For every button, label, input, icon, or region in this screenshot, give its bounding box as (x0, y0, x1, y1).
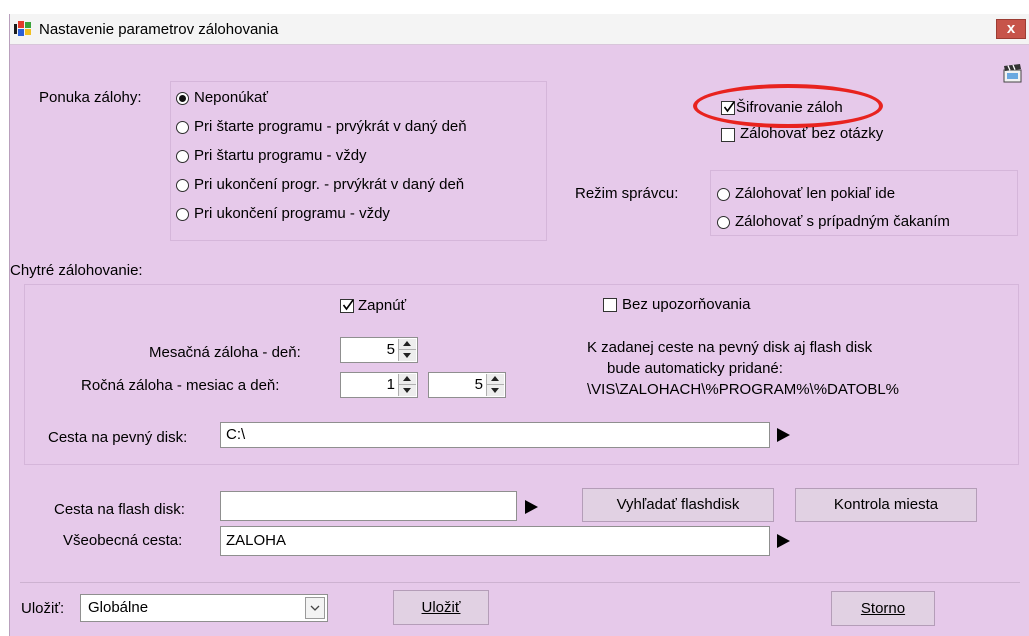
spin-down-icon[interactable] (487, 385, 504, 396)
no-warnings-checkbox[interactable] (603, 298, 617, 312)
monthly-label: Mesačná záloha - deň: (149, 344, 301, 361)
checkmark-icon (342, 299, 354, 311)
general-path-value: ZALOHA (226, 532, 287, 549)
save-button-label: Uložiť (421, 599, 461, 616)
separator (20, 582, 1020, 583)
info-line-1: K zadanej ceste na pevný disk aj flash d… (587, 339, 873, 356)
yearly-day-value: 5 (474, 376, 483, 393)
yearly-day-spinner[interactable]: 5 (428, 372, 506, 398)
cancel-button-label: Storno (860, 600, 906, 617)
spin-down-icon[interactable] (399, 350, 416, 361)
admin-mode-label: Režim správcu: (575, 185, 679, 202)
radio-admin-1[interactable] (717, 216, 730, 229)
info-line-2: bude automaticky pridané: (607, 360, 783, 377)
cancel-button[interactable]: Storno (831, 591, 935, 626)
monthly-day-spinner[interactable]: 5 (340, 337, 418, 363)
clapperboard-icon[interactable] (1003, 64, 1022, 83)
check-space-button[interactable]: Kontrola miesta (795, 488, 977, 522)
radio-admin-0[interactable] (717, 188, 730, 201)
no-warnings-label: Bez upozorňovania (622, 296, 751, 313)
hdd-path-label: Cesta na pevný disk: (48, 429, 188, 446)
radio-offer-1-label: Pri štarte programu - prvýkrát v daný de… (194, 118, 467, 135)
hdd-path-value: C:\ (226, 426, 246, 443)
backup-settings-dialog: Nastavenie parametrov zálohovania x Ponu… (9, 14, 1029, 636)
save-scope-label: Uložiť: (21, 600, 65, 617)
radio-offer-3[interactable] (176, 179, 189, 192)
title-bar: Nastavenie parametrov zálohovania x (10, 14, 1029, 45)
spinner-arrows[interactable] (398, 374, 416, 396)
window-title: Nastavenie parametrov zálohovania (39, 21, 279, 38)
close-icon: x (1006, 20, 1016, 37)
enable-label: Zapnúť (358, 297, 407, 314)
flash-path-input[interactable] (220, 491, 517, 521)
spinner-arrows[interactable] (398, 339, 416, 361)
no-question-label: Zálohovať bez otázky (740, 125, 884, 142)
save-button[interactable]: Uložiť (393, 590, 489, 625)
radio-offer-2-label: Pri štartu programu - vždy (194, 147, 367, 164)
hdd-path-input[interactable]: C:\ (220, 422, 770, 448)
radio-admin-0-label: Zálohovať len pokiaľ ide (735, 185, 896, 202)
save-scope-select[interactable]: Globálne (80, 594, 328, 622)
radio-offer-4[interactable] (176, 208, 189, 221)
radio-offer-0[interactable] (176, 92, 189, 105)
no-question-checkbox[interactable] (721, 128, 735, 142)
radio-offer-1[interactable] (176, 121, 189, 134)
chevron-down-icon[interactable] (305, 597, 325, 619)
windows-flag-icon (14, 21, 31, 36)
general-path-input[interactable]: ZALOHA (220, 526, 770, 556)
flash-path-label: Cesta na flash disk: (54, 501, 185, 518)
spin-up-icon[interactable] (399, 374, 416, 385)
radio-offer-0-label: Neponúkať (194, 89, 269, 106)
radio-offer-2[interactable] (176, 150, 189, 163)
background-strip (0, 0, 1029, 14)
find-flashdisk-button[interactable]: Vyhľadať flashdisk (582, 488, 774, 522)
enable-checkbox[interactable] (340, 299, 354, 313)
spin-down-icon[interactable] (399, 385, 416, 396)
spin-up-icon[interactable] (399, 339, 416, 350)
yearly-label: Ročná záloha - mesiac a deň: (81, 377, 280, 394)
radio-admin-1-label: Zálohovať s prípadným čakaním (735, 213, 950, 230)
save-scope-value: Globálne (88, 599, 149, 616)
check-space-label: Kontrola miesta (833, 496, 939, 513)
info-line-3: \VIS\ZALOHACH\%PROGRAM%\%DATOBL% (587, 381, 900, 398)
spin-up-icon[interactable] (487, 374, 504, 385)
yearly-month-value: 1 (386, 376, 395, 393)
play-arrow-icon[interactable] (525, 500, 538, 514)
offer-label: Ponuka zálohy: (39, 89, 142, 106)
smart-backup-label: Chytré zálohovanie: (10, 262, 143, 279)
play-arrow-icon[interactable] (777, 534, 790, 548)
play-arrow-icon[interactable] (777, 428, 790, 442)
radio-offer-3-label: Pri ukončení progr. - prvýkrát v daný de… (194, 176, 465, 193)
close-button[interactable]: x (996, 19, 1026, 39)
find-flashdisk-label: Vyhľadať flashdisk (616, 496, 740, 513)
general-path-label: Všeobecná cesta: (63, 532, 183, 549)
spinner-arrows[interactable] (486, 374, 504, 396)
monthly-day-value: 5 (386, 341, 395, 358)
radio-offer-4-label: Pri ukončení programu - vždy (194, 205, 390, 222)
yearly-month-spinner[interactable]: 1 (340, 372, 418, 398)
highlight-ellipse (693, 84, 883, 128)
